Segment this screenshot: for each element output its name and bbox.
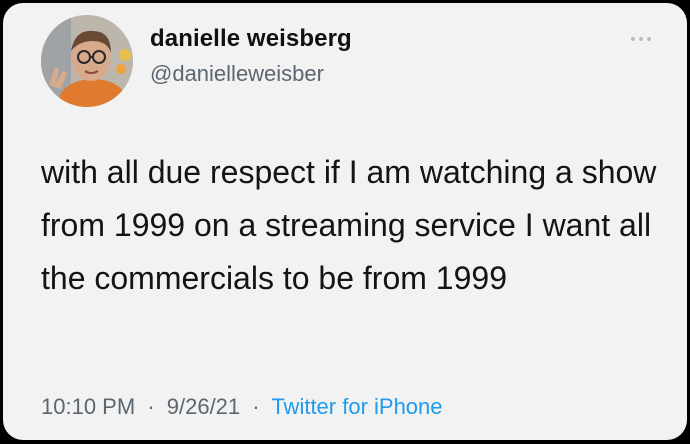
tweet-text: with all due respect if I am watching a …: [41, 154, 657, 296]
avatar[interactable]: [41, 15, 133, 107]
avatar-photo-icon: [41, 15, 133, 107]
separator-dot: ·: [147, 394, 155, 419]
tweet-time[interactable]: 10:10 PM: [41, 394, 135, 419]
tweet-source-link[interactable]: Twitter for iPhone: [271, 394, 442, 419]
tweet-metadata: 10:10 PM · 9/26/21 · Twitter for iPhone: [41, 394, 443, 420]
display-name[interactable]: danielle weisberg: [150, 25, 352, 53]
tweet-card: danielle weisberg @danielleweisber with …: [3, 3, 687, 440]
separator-dot: ·: [252, 394, 260, 419]
more-horizontal-icon[interactable]: [629, 31, 653, 41]
user-handle[interactable]: @danielleweisber: [150, 61, 324, 87]
tweet-date[interactable]: 9/26/21: [167, 394, 240, 419]
